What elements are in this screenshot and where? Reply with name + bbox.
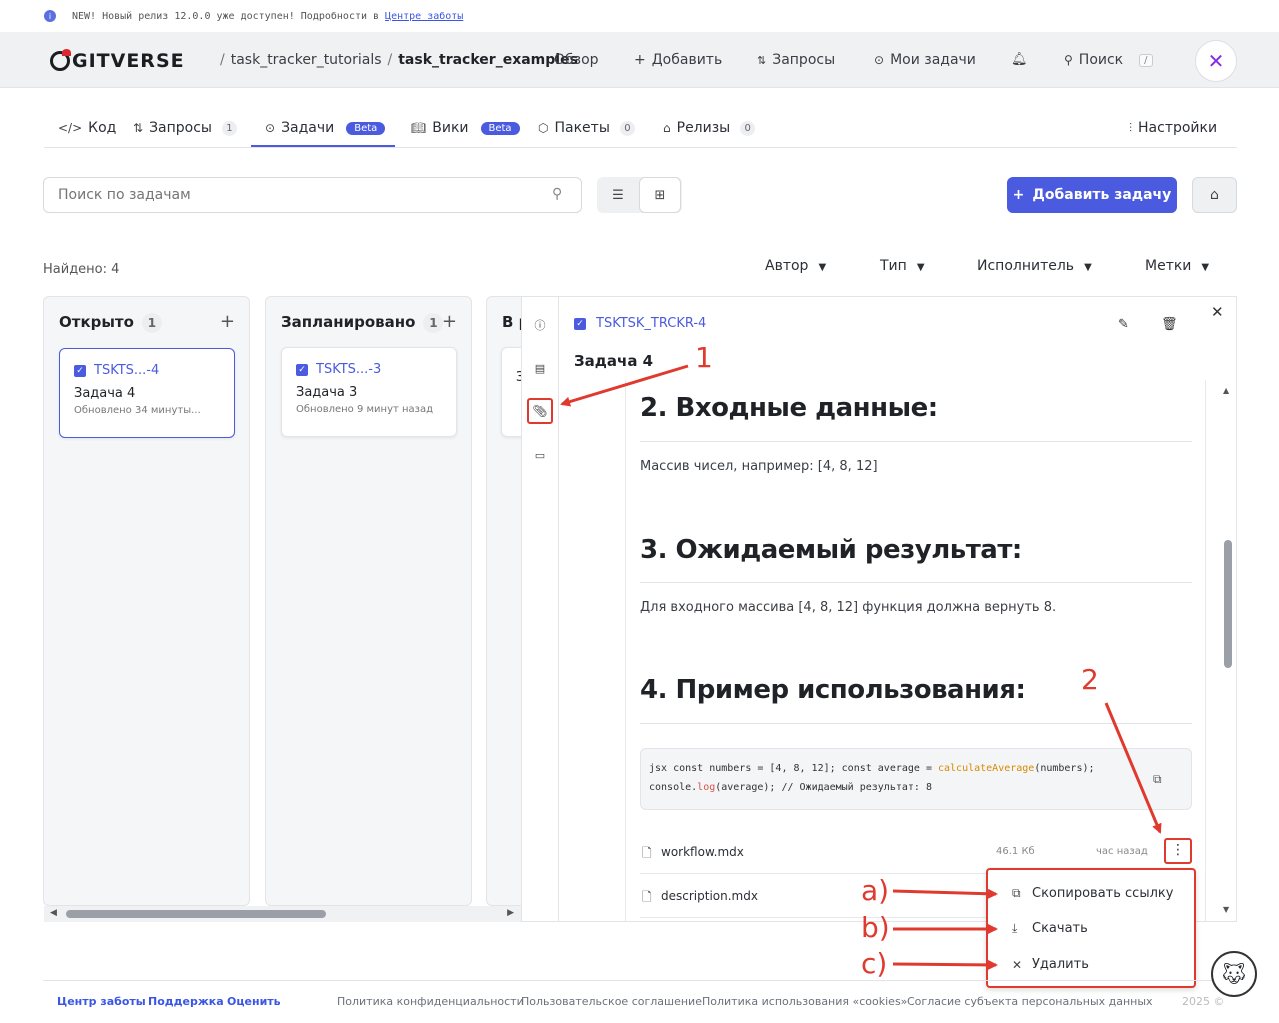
footer-copyright: 2025 © (1182, 995, 1225, 1008)
arrow-c (892, 959, 998, 970)
assistant-mascot-icon[interactable]: 🐺︎ (1211, 951, 1257, 997)
annotation-arrows (560, 364, 1162, 970)
footer-link-cookies[interactable]: Политика использования «cookies» (702, 995, 907, 1008)
footer-link-rate[interactable]: Оценить (227, 995, 281, 1008)
footer-link-agreement[interactable]: Пользовательское соглашение (521, 995, 702, 1008)
footer-link-privacy[interactable]: Политика конфиденциальности (337, 995, 524, 1008)
arrow-1 (560, 364, 689, 407)
footer-link-support[interactable]: Поддержка (148, 995, 224, 1008)
arrow-2 (1104, 702, 1162, 834)
arrow-a (892, 888, 998, 899)
footer-divider (43, 980, 1237, 981)
footer-link-consent[interactable]: Согласие субъекта персональных данных (907, 995, 1153, 1008)
footer-link-support-center[interactable]: Центр заботы (57, 995, 146, 1008)
